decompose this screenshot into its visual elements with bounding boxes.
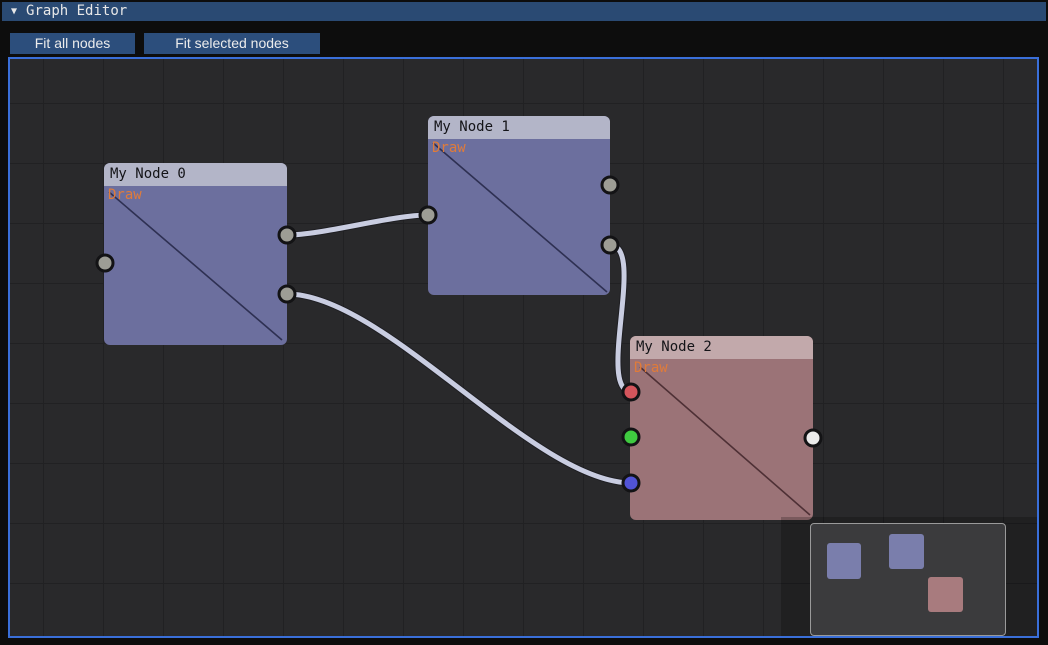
node1-input-pin[interactable] — [419, 206, 438, 225]
node2-input-pin-green[interactable] — [622, 428, 641, 447]
node-body: Draw — [630, 359, 813, 520]
fit-selected-nodes-button[interactable]: Fit selected nodes — [144, 33, 320, 54]
minimap-node-1 — [889, 534, 924, 569]
node-content-label: Draw — [108, 187, 142, 203]
node-diagonal-line — [104, 186, 287, 345]
node0-output-pin-1[interactable] — [278, 226, 297, 245]
node-content-label: Draw — [432, 140, 466, 156]
node-titlebar[interactable]: My Node 1 — [428, 116, 610, 139]
link-node0-to-node2-blue[interactable] — [287, 294, 632, 483]
node1-output-pin-1[interactable] — [601, 176, 620, 195]
node-diagonal-line — [428, 139, 610, 295]
fit-all-nodes-button[interactable]: Fit all nodes — [10, 33, 135, 54]
node-titlebar[interactable]: My Node 2 — [630, 336, 813, 359]
node2-input-pin-blue[interactable] — [622, 474, 641, 493]
node-body: Draw — [104, 186, 287, 345]
node-body: Draw — [428, 139, 610, 295]
collapse-arrow-icon: ▼ — [11, 7, 17, 17]
minimap-node-2 — [928, 577, 963, 612]
node1-output-pin-2[interactable] — [601, 236, 620, 255]
minimap[interactable] — [810, 523, 1006, 636]
node0-output-pin-2[interactable] — [278, 285, 297, 304]
node-diagonal-line — [630, 359, 813, 520]
node-my-node-2[interactable]: My Node 2 Draw — [630, 336, 813, 520]
node2-output-pin[interactable] — [804, 429, 823, 448]
minimap-node-0 — [827, 543, 861, 579]
link-node1-to-node2-red[interactable] — [610, 245, 632, 392]
node-my-node-0[interactable]: My Node 0 Draw — [104, 163, 287, 345]
link-node0-to-node1[interactable] — [287, 215, 428, 235]
node2-input-pin-red[interactable] — [622, 383, 641, 402]
header-title: Graph Editor — [26, 2, 127, 21]
node0-input-pin[interactable] — [96, 254, 115, 273]
node-my-node-1[interactable]: My Node 1 Draw — [428, 116, 610, 295]
node-titlebar[interactable]: My Node 0 — [104, 163, 287, 186]
node-editor-canvas[interactable]: My Node 0 Draw My Node 1 Draw My Node 2 … — [8, 57, 1039, 638]
graph-editor-header[interactable]: ▼ Graph Editor — [2, 2, 1046, 21]
node-content-label: Draw — [634, 360, 668, 376]
